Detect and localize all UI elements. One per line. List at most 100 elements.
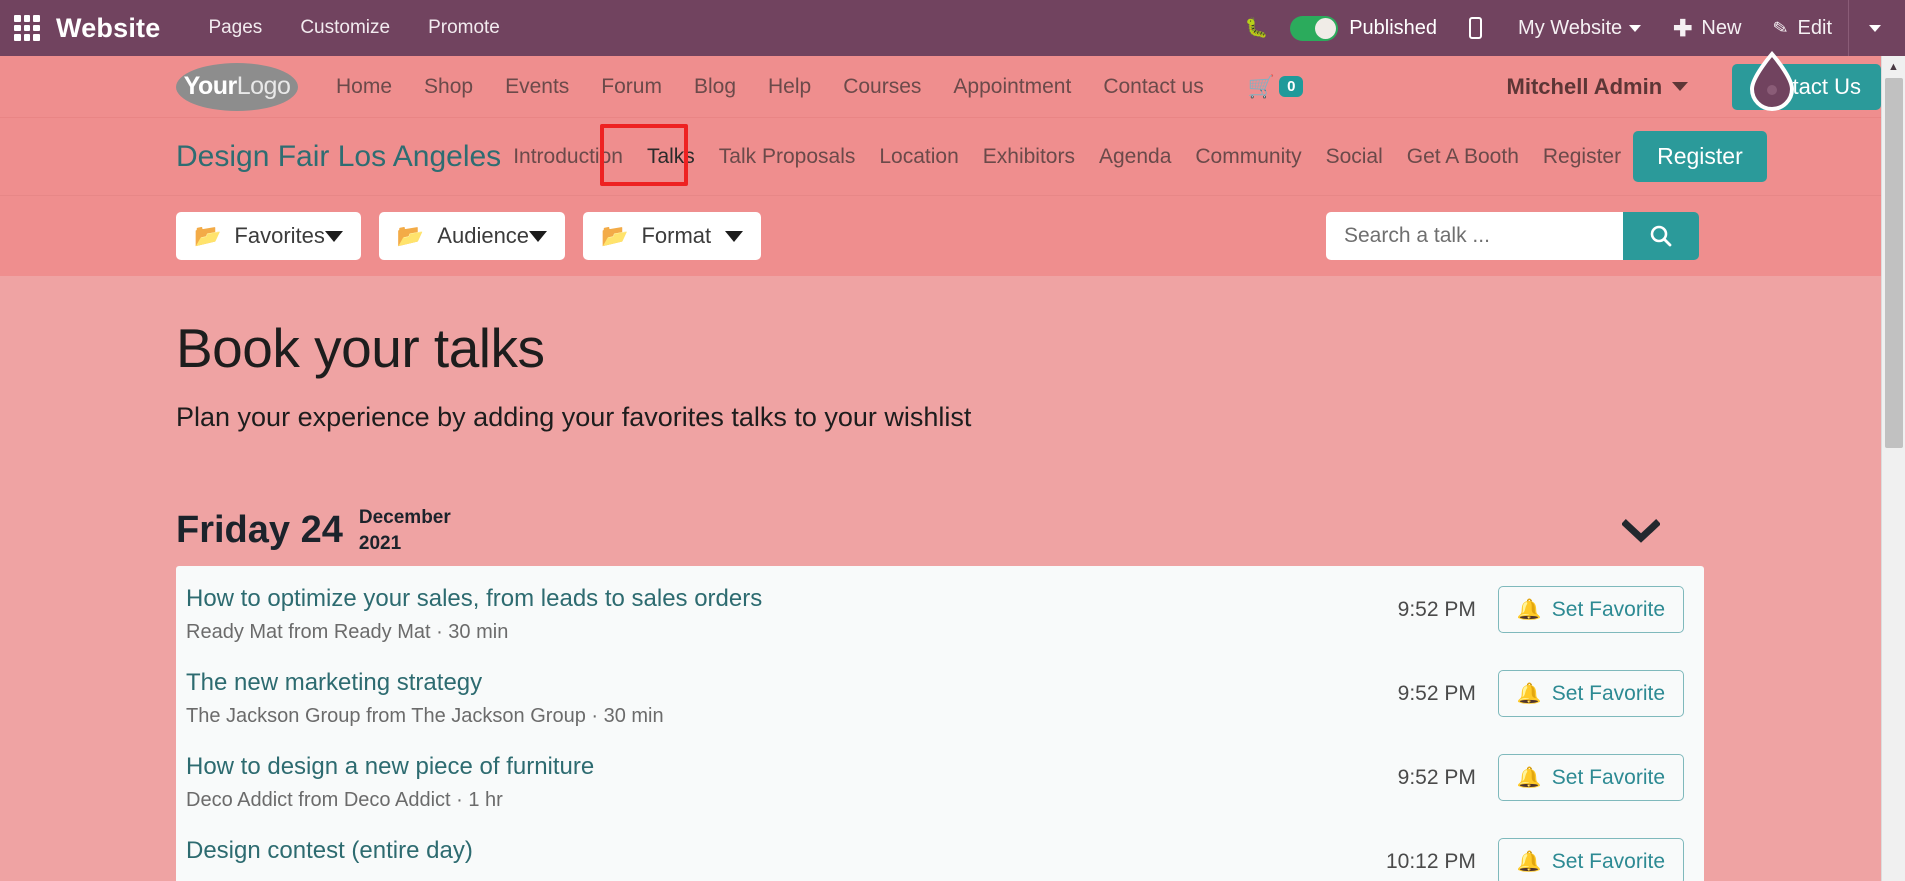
month-label: December [358,507,451,528]
menu-pages[interactable]: Pages [208,17,262,39]
publish-switch[interactable] [1290,15,1339,41]
chevron-down-icon [1672,82,1689,91]
nav-item-blog[interactable]: Blog [678,75,752,99]
chevron-down-icon [725,230,744,242]
pencil-icon: ✎ [1771,16,1791,39]
talk-title[interactable]: How to design a new piece of furniture [186,752,594,782]
chevron-down-icon [1629,24,1642,32]
register-button[interactable]: Register [1633,131,1767,182]
event-submenu-bar: Design Fair Los Angeles Introduction Tal… [0,118,1881,196]
talk-meta: The Jackson Group from The Jackson Group… [186,705,664,728]
nav-item-forum[interactable]: Forum [585,75,678,99]
nav-item-courses[interactable]: Courses [827,75,937,99]
event-nav-introduction[interactable]: Introduction [501,145,635,169]
nav-item-contact-us[interactable]: Contact us [1087,75,1219,99]
chevron-down-icon [1869,24,1881,32]
nav-item-shop[interactable]: Shop [408,75,489,99]
filter-group: 📂 Favorites 📂 Audience 📂 Format [176,212,762,260]
bell-icon: 🔔 [1516,851,1542,874]
talk-meta: Ready Mat from Ready Mat · 30 min [186,621,509,644]
chevron-down-icon [324,230,343,242]
set-favorite-button[interactable]: 🔔 Set Favorite [1497,586,1684,634]
scrollbar-thumb[interactable] [1885,78,1903,448]
talk-title[interactable]: Design contest (entire day) [186,836,473,866]
talk-actions: 9:52 PM 🔔 Set Favorite [1398,584,1684,634]
new-button[interactable]: ✚ New [1657,14,1757,41]
water-drop-icon[interactable] [1745,50,1799,112]
mobile-preview-icon[interactable] [1443,17,1502,39]
folder-open-icon: 📂 [194,223,222,248]
set-favorite-button[interactable]: 🔔 Set Favorite [1497,838,1684,881]
table-row[interactable]: How to design a new piece of furniture D… [176,738,1704,822]
vertical-scrollbar[interactable]: ▲ [1881,56,1905,881]
logo-text-primary: Your [183,72,238,100]
site-logo[interactable]: YourLogo [176,62,298,111]
event-nav-get-a-booth[interactable]: Get A Booth [1395,145,1531,169]
website-selector[interactable]: My Website [1502,17,1657,40]
talk-title[interactable]: The new marketing strategy [186,668,664,698]
scroll-up-arrow-icon[interactable]: ▲ [1882,56,1905,78]
talk-info: How to optimize your sales, from leads t… [186,584,762,644]
publish-toggle[interactable]: Published [1290,15,1443,41]
filter-favorites[interactable]: 📂 Favorites [176,212,361,260]
chevron-down-icon[interactable] [1621,518,1661,543]
menu-promote[interactable]: Promote [428,17,500,39]
set-favorite-label: Set Favorite [1551,681,1665,705]
event-nav-talks[interactable]: Talks [635,145,707,169]
filter-format[interactable]: 📂 Format [583,212,762,260]
system-menu: Pages Customize Promote [208,17,499,39]
talk-title[interactable]: How to optimize your sales, from leads t… [186,584,762,614]
event-nav-register[interactable]: Register [1531,145,1633,169]
chevron-down-icon [529,230,548,242]
search-icon [1650,225,1672,247]
event-title[interactable]: Design Fair Los Angeles [176,140,501,174]
search-button[interactable] [1623,212,1699,260]
shopping-cart-icon: 🛒 [1247,73,1276,99]
table-row[interactable]: The new marketing strategy The Jackson G… [176,654,1704,738]
event-nav-agenda[interactable]: Agenda [1087,145,1183,169]
filter-audience[interactable]: 📂 Audience [378,212,566,260]
filter-favorites-label: Favorites [234,223,325,248]
divider [1848,0,1849,56]
filter-audience-label: Audience [437,223,530,248]
day-group-header: Friday 24 December 2021 [176,505,1704,556]
edit-button[interactable]: ✎ Edit [1757,16,1846,40]
event-nav-location[interactable]: Location [867,145,970,169]
nav-item-help[interactable]: Help [752,75,827,99]
table-row[interactable]: Design contest (entire day) 10:12 PM 🔔 S… [176,822,1704,881]
user-menu[interactable]: Mitchell Admin [1507,74,1689,100]
event-nav-social[interactable]: Social [1314,145,1395,169]
event-nav-talk-proposals[interactable]: Talk Proposals [707,145,868,169]
nav-item-events[interactable]: Events [489,75,585,99]
event-nav-exhibitors[interactable]: Exhibitors [971,145,1087,169]
system-overflow-button[interactable] [1851,24,1899,32]
folder-open-icon: 📂 [601,223,629,248]
talk-meta: Deco Addict from Deco Addict · 1 hr [186,789,503,812]
talk-info: The new marketing strategy The Jackson G… [186,668,664,728]
set-favorite-label: Set Favorite [1551,849,1665,873]
bug-icon[interactable]: 🐛 [1223,16,1291,40]
logo-text-secondary: Logo [236,72,291,100]
day-label: Friday 24 [176,509,343,552]
talk-actions: 10:12 PM 🔔 Set Favorite [1386,836,1684,881]
talk-actions: 9:52 PM 🔔 Set Favorite [1398,668,1684,718]
nav-item-appointment[interactable]: Appointment [937,75,1087,99]
app-name: Website [56,12,161,43]
year-label: 2021 [358,532,402,554]
filter-bar: 📂 Favorites 📂 Audience 📂 Format [0,196,1881,276]
bell-icon: 🔔 [1516,683,1542,706]
set-favorite-label: Set Favorite [1551,597,1665,621]
user-name: Mitchell Admin [1506,73,1663,99]
cart-button[interactable]: 🛒 0 [1248,74,1304,100]
cart-count-badge: 0 [1279,76,1304,97]
event-nav-community[interactable]: Community [1183,145,1313,169]
table-row[interactable]: How to optimize your sales, from leads t… [176,570,1704,654]
search-input[interactable] [1326,212,1623,260]
menu-customize[interactable]: Customize [300,17,390,39]
nav-item-home[interactable]: Home [320,75,408,99]
set-favorite-button[interactable]: 🔔 Set Favorite [1497,670,1684,718]
talk-time: 9:52 PM [1397,765,1476,789]
apps-grid-icon[interactable] [14,15,40,41]
plus-icon: ✚ [1673,14,1693,41]
set-favorite-button[interactable]: 🔔 Set Favorite [1497,754,1684,802]
